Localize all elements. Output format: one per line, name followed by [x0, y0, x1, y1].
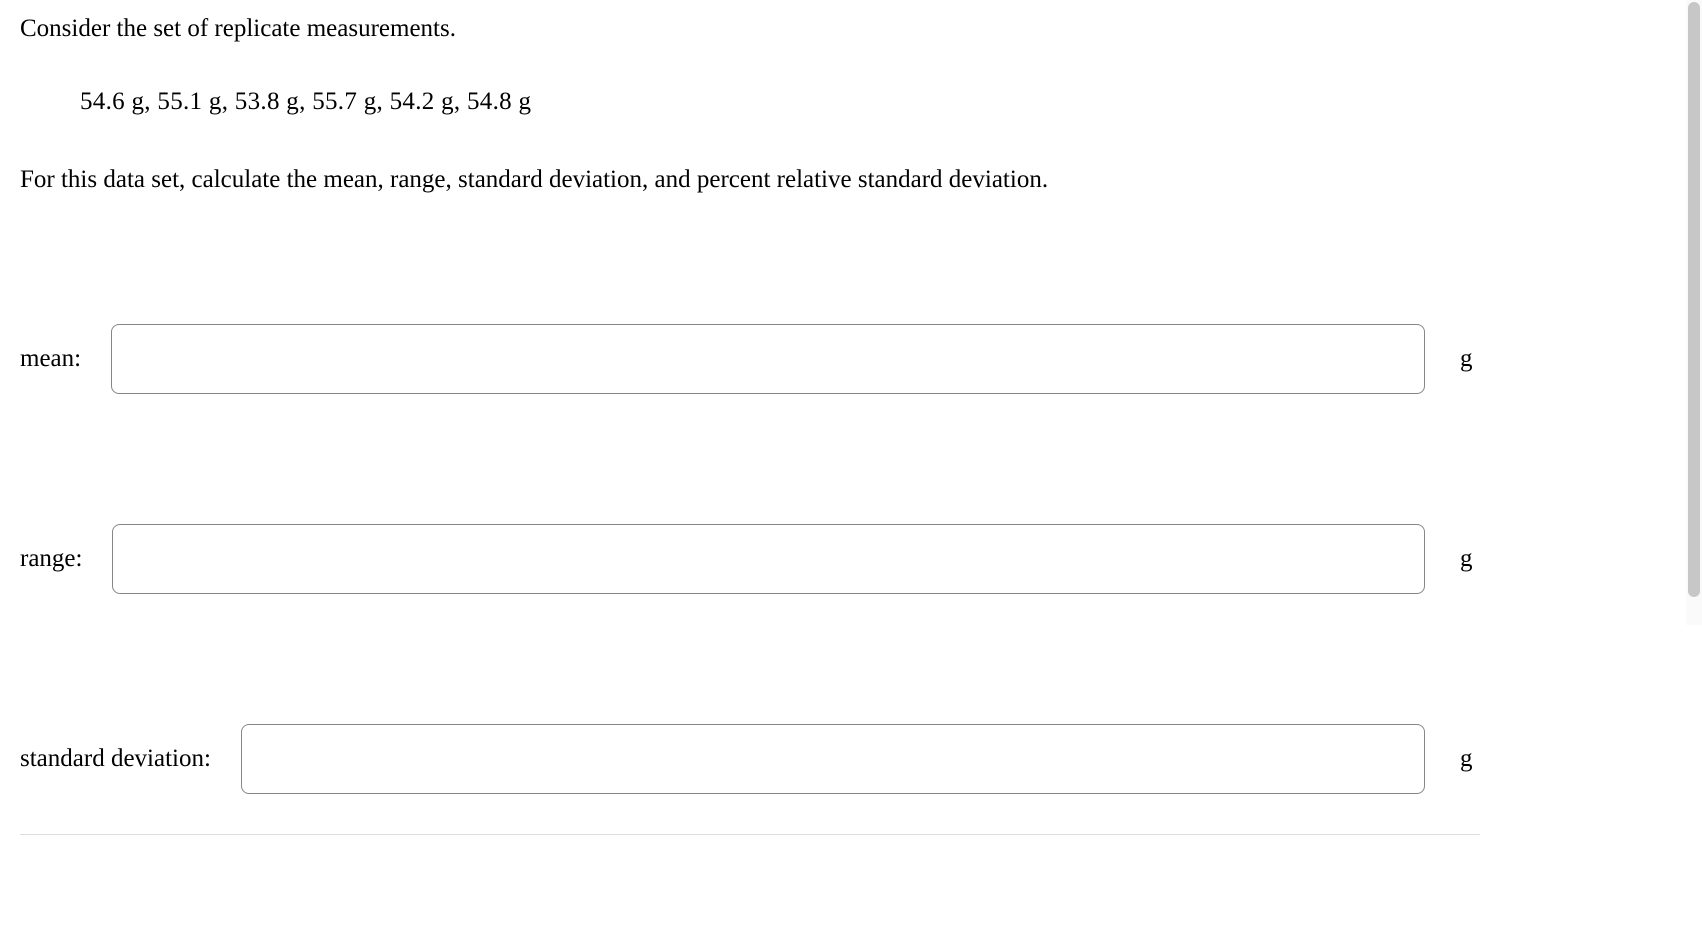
- question-container: Consider the set of replicate measuremen…: [20, 10, 1480, 835]
- scrollbar-track[interactable]: [1686, 0, 1702, 625]
- scrollbar-thumb[interactable]: [1688, 2, 1700, 597]
- mean-unit: g: [1460, 345, 1480, 373]
- question-intro: Consider the set of replicate measuremen…: [20, 10, 1480, 48]
- data-set-values: 54.6 g, 55.1 g, 53.8 g, 55.7 g, 54.2 g, …: [80, 88, 1480, 116]
- range-input-row: range: g: [20, 524, 1480, 594]
- range-input[interactable]: [112, 524, 1425, 594]
- mean-label: mean:: [20, 345, 81, 373]
- mean-input[interactable]: [111, 324, 1425, 394]
- std-dev-input-row: standard deviation: g: [20, 724, 1480, 794]
- question-instruction: For this data set, calculate the mean, r…: [20, 166, 1480, 194]
- range-unit: g: [1460, 545, 1480, 573]
- range-label: range:: [20, 545, 82, 573]
- std-dev-label: standard deviation:: [20, 745, 211, 773]
- mean-input-row: mean: g: [20, 324, 1480, 394]
- std-dev-input[interactable]: [241, 724, 1425, 794]
- std-dev-unit: g: [1460, 745, 1480, 773]
